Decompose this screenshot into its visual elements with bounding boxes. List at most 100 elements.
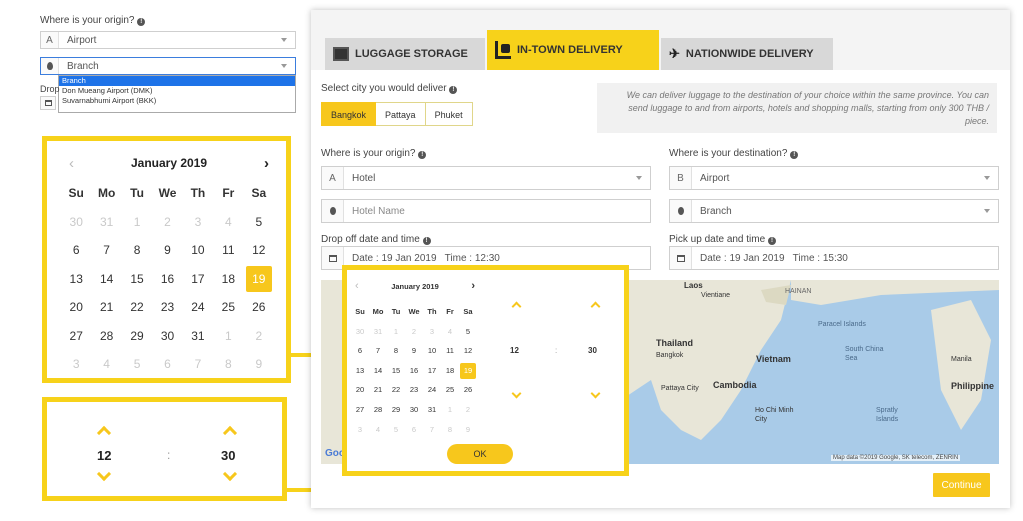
calendar-day[interactable]: 14	[374, 361, 382, 381]
calendar-day: 31	[99, 214, 114, 229]
origin-label-text: Where is your origin?	[321, 148, 416, 159]
next-month-icon[interactable]: ›	[471, 280, 475, 292]
next-month-icon[interactable]: ›	[264, 155, 269, 172]
calendar-day[interactable]: 12	[252, 236, 265, 265]
calendar-day[interactable]: 22	[130, 293, 143, 322]
tab-luggage-storage[interactable]: LUGGAGE STORAGE	[325, 38, 485, 70]
calendar-day[interactable]: 18	[446, 361, 454, 381]
calendar-day[interactable]: 17	[428, 361, 436, 381]
calendar-day[interactable]: 26	[464, 380, 472, 400]
calendar-day[interactable]: 6	[73, 236, 80, 265]
calendar-day[interactable]: 9	[164, 236, 171, 265]
minute-up-icon[interactable]	[222, 425, 238, 441]
hour-up-icon[interactable]	[96, 425, 112, 441]
calendar-day[interactable]: 29	[130, 322, 143, 351]
map-label: Laos	[684, 281, 703, 290]
ok-button[interactable]: OK	[447, 444, 513, 464]
calendar-day[interactable]: 16	[410, 361, 418, 381]
calendar-day[interactable]: 13	[70, 265, 83, 294]
calendar-day[interactable]: 13	[356, 361, 364, 381]
calendar-day[interactable]: 20	[70, 293, 83, 322]
calendar-day[interactable]: 10	[428, 341, 436, 361]
calendar-day[interactable]: 5	[255, 208, 262, 237]
calendar-day[interactable]: 16	[161, 265, 174, 294]
calendar-day[interactable]: 8	[394, 341, 398, 361]
calendar-day[interactable]: 17	[191, 265, 204, 294]
weekday-header: Th	[427, 307, 437, 316]
destination-type-select[interactable]: B Airport	[669, 166, 999, 190]
calendar-day[interactable]: 5	[466, 322, 470, 342]
dropdown-option[interactable]: Don Mueang Airport (DMK)	[59, 86, 295, 96]
left-origin-select[interactable]: A Airport	[40, 31, 296, 49]
calendar-day[interactable]: 23	[161, 293, 174, 322]
calendar-day[interactable]: 11	[222, 236, 234, 265]
calendar-day[interactable]: 31	[428, 400, 436, 420]
hour-down-icon[interactable]	[96, 466, 112, 482]
city-pattaya-button[interactable]: Pattaya	[376, 102, 426, 126]
calendar-day[interactable]: 28	[374, 400, 382, 420]
minute-down-icon[interactable]	[590, 388, 601, 399]
calendar-day[interactable]: 25	[446, 380, 454, 400]
tab-in-town-delivery[interactable]: IN-TOWN DELIVERY	[487, 30, 659, 70]
calendar-day: 5	[393, 424, 399, 434]
calendar-day[interactable]: 27	[70, 322, 83, 351]
calendar-day[interactable]: 19	[460, 362, 476, 379]
tab-label: IN-TOWN DELIVERY	[517, 44, 623, 56]
calendar-day[interactable]: 8	[134, 236, 141, 265]
calendar-day[interactable]: 24	[191, 293, 204, 322]
calendar-day[interactable]: 29	[392, 400, 400, 420]
calendar-day[interactable]: 20	[356, 380, 364, 400]
calendar-day[interactable]: 19	[245, 265, 272, 292]
calendar-day: 1	[133, 214, 141, 229]
calendar-day[interactable]: 24	[428, 380, 436, 400]
calendar-day[interactable]: 7	[103, 236, 110, 265]
minute-down-icon[interactable]	[222, 466, 238, 482]
calendar-day[interactable]: 15	[130, 265, 143, 294]
map-label: HAINAN	[785, 288, 812, 295]
left-branch-select[interactable]: Branch	[40, 57, 296, 75]
calendar-day[interactable]: 6	[358, 341, 362, 361]
left-branch-value: Branch	[67, 60, 99, 72]
dropdown-option[interactable]: Suvarnabhumi Airport (BKK)	[59, 96, 295, 106]
chevron-down-icon	[281, 38, 287, 42]
destination-branch-select[interactable]: Branch	[669, 199, 999, 223]
calendar-day[interactable]: 14	[100, 265, 113, 294]
city-bangkok-button[interactable]: Bangkok	[321, 102, 377, 126]
calendar-day[interactable]: 15	[392, 361, 400, 381]
calendar-day[interactable]: 21	[100, 293, 113, 322]
pickup-datetime-input[interactable]: Date : 19 Jan 2019 Time : 15:30	[669, 246, 999, 270]
calendar-day[interactable]: 7	[376, 341, 380, 361]
hotel-name-input[interactable]: Hotel Name	[321, 199, 651, 223]
calendar-day[interactable]: 11	[446, 341, 454, 361]
calendar-day[interactable]: 10	[191, 236, 204, 265]
prev-month-icon[interactable]: ‹	[355, 280, 359, 292]
calendar-day[interactable]: 9	[412, 341, 416, 361]
calendar-day[interactable]: 27	[356, 400, 364, 420]
hour-down-icon[interactable]	[511, 388, 522, 399]
calendar-day[interactable]: 25	[222, 293, 235, 322]
map-label: Spratly Islands	[876, 407, 899, 423]
location-pin-icon	[670, 200, 692, 222]
calendar-day[interactable]: 12	[464, 341, 472, 361]
calendar-day[interactable]: 30	[410, 400, 418, 420]
minute-up-icon[interactable]	[590, 301, 601, 312]
luggage-cart-icon	[495, 41, 511, 59]
calendar-day[interactable]: 23	[410, 380, 418, 400]
origin-type-select[interactable]: A Hotel	[321, 166, 651, 190]
calendar-day[interactable]: 28	[100, 322, 113, 351]
calendar-day[interactable]: 31	[191, 322, 204, 351]
tab-nationwide-delivery[interactable]: ✈ NATIONWIDE DELIVERY	[661, 38, 833, 70]
hour-up-icon[interactable]	[511, 301, 522, 312]
dropdown-option[interactable]: Branch	[59, 76, 295, 86]
continue-button[interactable]: Continue	[933, 473, 990, 497]
left-origin-label-text: Where is your origin?	[40, 15, 135, 26]
calendar-day[interactable]: 21	[374, 380, 382, 400]
weekday-header: We	[408, 307, 420, 316]
calendar-day[interactable]: 22	[392, 380, 400, 400]
calendar-day[interactable]: 30	[161, 322, 174, 351]
calendar-day[interactable]: 18	[222, 265, 235, 294]
city-phuket-button[interactable]: Phuket	[425, 102, 473, 126]
prev-month-icon[interactable]: ‹	[69, 155, 74, 172]
calendar-day: 5	[133, 357, 141, 371]
calendar-day[interactable]: 26	[252, 293, 265, 322]
